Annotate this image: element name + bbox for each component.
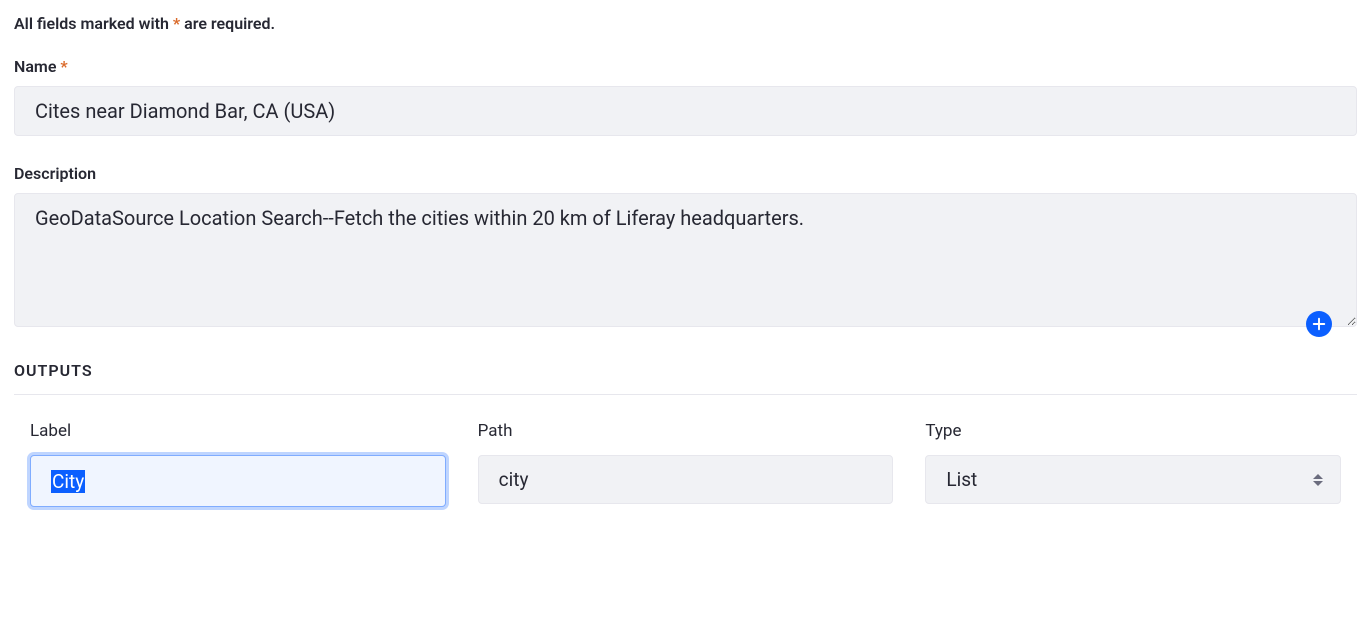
outputs-col-type: Type List [925, 421, 1341, 507]
outputs-row: Label City Path Type List [14, 421, 1357, 507]
required-star-icon: * [173, 14, 180, 33]
label-column-header: Label [30, 421, 446, 441]
description-textarea[interactable]: GeoDataSource Location Search--Fetch the… [14, 193, 1357, 327]
type-column-header: Type [925, 421, 1341, 441]
outputs-title: OUTPUTS [14, 361, 1357, 395]
required-note-prefix: All fields marked with [14, 14, 169, 33]
type-select[interactable]: List [925, 455, 1341, 504]
name-input[interactable] [14, 86, 1357, 136]
name-label: Name * [14, 57, 1357, 76]
name-label-text: Name [14, 57, 56, 76]
name-form-group: Name * [14, 57, 1357, 136]
required-fields-note: All fields marked with * are required. [14, 14, 1357, 33]
description-form-group: Description GeoDataSource Location Searc… [14, 164, 1357, 331]
path-input[interactable] [478, 455, 894, 504]
label-input-value: City [51, 470, 85, 493]
description-label: Description [14, 164, 1357, 183]
outputs-col-label: Label City [30, 421, 446, 507]
name-required-star: * [60, 57, 67, 76]
outputs-section: OUTPUTS Label City Path Type List [14, 361, 1357, 507]
required-note-suffix: are required. [184, 14, 275, 33]
plus-icon [1312, 317, 1326, 331]
outputs-col-path: Path [478, 421, 894, 507]
path-column-header: Path [478, 421, 894, 441]
label-input[interactable]: City [30, 455, 446, 507]
add-output-button[interactable] [1306, 311, 1332, 337]
